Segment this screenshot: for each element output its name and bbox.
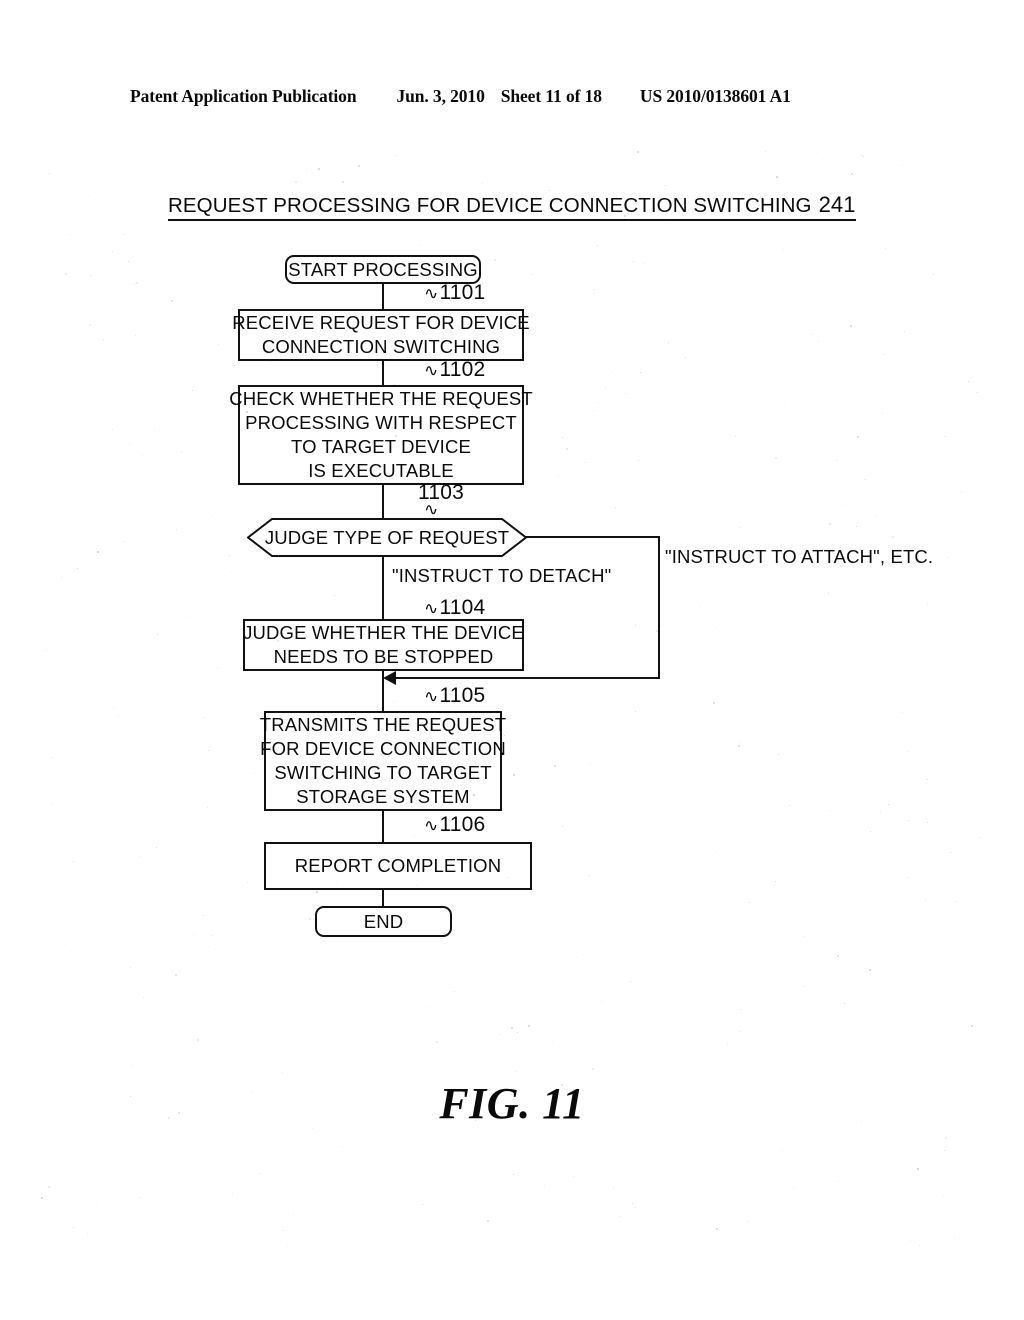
flow-node-1102-line-4: IS EXECUTABLE [308,460,454,481]
step-label-1106-tilde: ∿ [424,816,439,835]
connector-1101-to-1102 [382,361,384,385]
flow-node-1106: REPORT COMPLETION [264,842,532,890]
flow-node-1105-line-4: STORAGE SYSTEM [296,786,470,807]
connector-1106-to-end [382,890,384,906]
step-label-1102: ∿ 1102 [424,358,485,382]
flow-node-1102: CHECK WHETHER THE REQUEST PROCESSING WIT… [229,385,533,485]
figure-caption: FIG. 11 [439,1079,585,1128]
flow-node-1102-line-3: TO TARGET DEVICE [291,436,471,457]
flow-node-1103-label: JUDGE TYPE OF REQUEST [264,526,510,548]
flow-node-1102-line-1: CHECK WHETHER THE REQUEST [229,388,533,409]
flow-node-1104-line-2: NEEDS TO BE STOPPED [273,646,494,667]
connector-1102-to-1103 [382,485,384,519]
flow-node-1104-line-1: JUDGE WHETHER THE DEVICE [243,622,524,643]
step-label-1105-number: 1105 [439,684,486,707]
branch-label-attach: "INSTRUCT TO ATTACH", ETC. [665,544,933,569]
flow-node-1103: JUDGE TYPE OF REQUEST [247,518,527,557]
flow-node-1105-line-3: SWITCHING TO TARGET [274,762,492,783]
arrowhead-right-branch-merge [383,671,396,685]
connector-1105-to-1106 [382,811,384,842]
flow-node-1106-label: REPORT COMPLETION [294,855,502,876]
branch-label-detach: "INSTRUCT TO DETACH" [392,563,611,588]
step-label-1104-tilde: ∿ [424,599,439,618]
step-label-1104-number: 1104 [439,596,486,619]
flow-node-1102-line-2: PROCESSING WITH RESPECT [245,412,517,433]
flow-node-1105-line-2: FOR DEVICE CONNECTION [260,738,506,759]
step-label-1106: ∿ 1106 [424,813,485,837]
step-label-1103: 1103 ∿ [418,481,464,521]
step-label-1102-number: 1102 [439,358,486,381]
step-label-1101-tilde: ∿ [424,284,439,303]
step-label-1102-tilde: ∿ [424,361,439,380]
flow-node-end-label: END [363,910,404,932]
flow-node-end: END [315,906,452,937]
flow-node-1105-line-1: TRANSMITS THE REQUEST [259,714,507,735]
step-label-1103-tilde: ∿ [424,500,439,519]
branch-label-attach-line-1: "INSTRUCT [665,546,767,567]
branch-label-attach-line-2: TO ATTACH", ETC. [771,546,934,567]
flow-node-1105: TRANSMITS THE REQUEST FOR DEVICE CONNECT… [260,711,506,811]
step-label-1101: ∿ 1101 [424,281,485,305]
flow-node-start-label: START PROCESSING [288,258,478,280]
flow-node-start: START PROCESSING [285,255,481,284]
step-label-1105: ∿ 1105 [424,684,485,708]
connector-1103-right-branch-side [658,536,660,678]
flow-node-1104: JUDGE WHETHER THE DEVICE NEEDS TO BE STO… [243,619,524,671]
connector-1103-right-branch-top [525,536,660,538]
flow-node-1101: RECEIVE REQUEST FOR DEVICE CONNECTION SW… [232,309,530,361]
connector-1103-right-branch-bottom [396,677,660,679]
step-label-1106-number: 1106 [439,813,486,836]
connector-1104-to-1105 [382,671,384,711]
step-label-1105-tilde: ∿ [424,687,439,706]
step-label-1104: ∿ 1104 [424,596,485,620]
connector-start-to-1101 [382,284,384,309]
step-label-1101-number: 1101 [439,281,486,304]
flow-node-1101-line-1: RECEIVE REQUEST FOR DEVICE [232,312,530,333]
branch-label-detach-line-1: "INSTRUCT TO DETACH" [392,565,612,586]
connector-1103-to-1104 [382,557,384,619]
flow-node-1101-line-2: CONNECTION SWITCHING [261,336,501,357]
